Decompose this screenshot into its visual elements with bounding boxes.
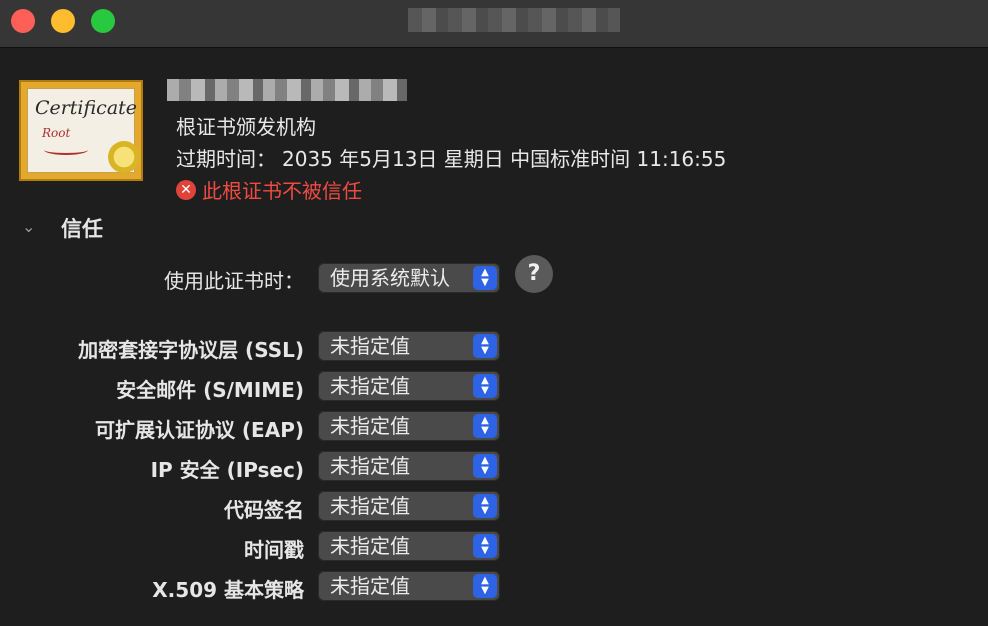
updown-chevron-icon: ▲ ▼ [473, 534, 497, 558]
when-using-popup[interactable]: 使用系统默认 ▲ ▼ [318, 263, 500, 293]
certificate-icon: Certificate Root [19, 80, 143, 181]
timestamp-value: 未指定值 [330, 534, 410, 558]
trust-section-title[interactable]: 信任 [61, 213, 103, 243]
eap-value: 未指定值 [330, 414, 410, 438]
zoom-window-button[interactable] [91, 9, 115, 33]
flourish-icon [44, 145, 88, 155]
code-signing-popup[interactable]: 未指定值 ▲ ▼ [318, 491, 500, 521]
updown-chevron-icon: ▲ ▼ [473, 266, 497, 290]
x509-value: 未指定值 [330, 574, 410, 598]
ssl-value: 未指定值 [330, 334, 410, 358]
x509-label: X.509 基本策略 [152, 578, 304, 602]
when-using-label: 使用此证书时： [164, 269, 304, 293]
updown-chevron-icon: ▲ ▼ [473, 454, 497, 478]
updown-chevron-icon: ▲ ▼ [473, 334, 497, 358]
updown-chevron-icon: ▲ ▼ [473, 574, 497, 598]
x509-popup[interactable]: 未指定值 ▲ ▼ [318, 571, 500, 601]
when-using-value: 使用系统默认 [330, 266, 450, 290]
timestamp-label: 时间戳 [244, 538, 304, 562]
error-x-icon: ✕ [176, 179, 196, 200]
updown-chevron-icon: ▲ ▼ [473, 494, 497, 518]
smime-value: 未指定值 [330, 374, 410, 398]
updown-chevron-icon: ▲ ▼ [473, 414, 497, 438]
smime-label: 安全邮件 (S/MIME) [116, 378, 304, 402]
chevron-down-icon[interactable]: ⌄ [22, 218, 42, 236]
window-title-redacted [408, 8, 620, 32]
certificate-icon-subtext: Root [42, 126, 71, 140]
expiry-value: 2035 年5月13日 星期日 中国标准时间 11:16:55 [282, 147, 727, 171]
certificate-icon-text: Certificate [34, 97, 138, 119]
title-bar [0, 0, 988, 48]
close-window-button[interactable] [11, 9, 35, 33]
code-signing-value: 未指定值 [330, 494, 410, 518]
trust-status: ✕ 此根证书不被信任 [176, 175, 362, 204]
eap-label: 可扩展认证协议 (EAP) [94, 418, 304, 442]
timestamp-popup[interactable]: 未指定值 ▲ ▼ [318, 531, 500, 561]
ssl-label: 加密套接字协议层 (SSL) [78, 338, 304, 362]
ipsec-popup[interactable]: 未指定值 ▲ ▼ [318, 451, 500, 481]
help-button[interactable]: ? [515, 255, 553, 293]
seal-icon [108, 141, 140, 173]
eap-popup[interactable]: 未指定值 ▲ ▼ [318, 411, 500, 441]
expiry-label: 过期时间： [176, 147, 276, 171]
issuer-text: 根证书颁发机构 [176, 115, 316, 139]
ipsec-value: 未指定值 [330, 454, 410, 478]
expiry-line: 过期时间： 2035 年5月13日 星期日 中国标准时间 11:16:55 [176, 143, 726, 172]
ipsec-label: IP 安全 (IPsec) [150, 458, 304, 482]
updown-chevron-icon: ▲ ▼ [473, 374, 497, 398]
code-signing-label: 代码签名 [224, 498, 304, 522]
smime-popup[interactable]: 未指定值 ▲ ▼ [318, 371, 500, 401]
minimize-window-button[interactable] [51, 9, 75, 33]
certificate-name-redacted [167, 79, 407, 101]
trust-status-text: 此根证书不被信任 [202, 179, 362, 203]
ssl-popup[interactable]: 未指定值 ▲ ▼ [318, 331, 500, 361]
